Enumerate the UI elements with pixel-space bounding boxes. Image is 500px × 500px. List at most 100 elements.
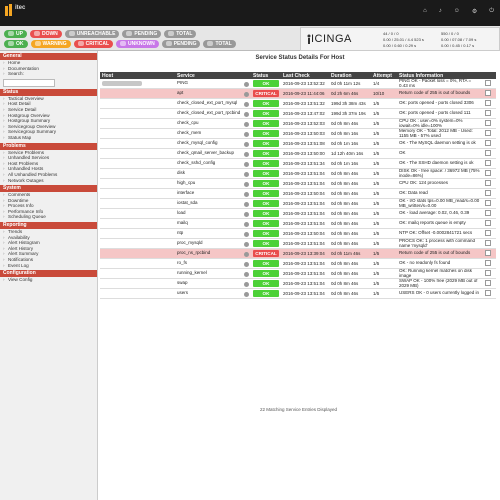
- service-name[interactable]: mailq: [177, 220, 188, 225]
- host-cell[interactable]: [100, 118, 175, 129]
- service-cell[interactable]: apt: [175, 88, 251, 99]
- sidebar-item-search-[interactable]: Search:: [0, 71, 97, 77]
- service-name[interactable]: ntp: [177, 230, 183, 235]
- table-row[interactable]: proc_ns_rpcbind CRITICAL 2016-09-23 13:39:…: [100, 248, 496, 259]
- column-header[interactable]: Status: [251, 72, 281, 79]
- service-cell[interactable]: check_mysql_config: [175, 138, 251, 149]
- table-row[interactable]: check_closed_ext_port_mysql OK 2016-09-23 …: [100, 98, 496, 109]
- service-cell[interactable]: high_cpu: [175, 178, 251, 189]
- sidebar-item-scheduling-queue[interactable]: Scheduling Queue: [0, 214, 97, 220]
- table-row[interactable]: swap OK 2016-09-23 13:51:04 0d 0h 8m 46s 1/5…: [100, 278, 496, 289]
- service-action-icon[interactable]: [244, 92, 249, 97]
- row-checkbox[interactable]: [485, 220, 491, 226]
- status-pill-unknown[interactable]: UNKNOWN: [116, 39, 159, 48]
- host-cell[interactable]: [100, 198, 175, 209]
- service-action-icon[interactable]: [244, 292, 249, 297]
- service-cell[interactable]: proc_ns_rpcbind: [175, 248, 251, 259]
- row-checkbox[interactable]: [485, 120, 491, 126]
- logout-icon[interactable]: ⏻: [489, 8, 494, 15]
- sidebar-item-view-config[interactable]: View Config: [0, 277, 97, 283]
- status-pill-unreachable[interactable]: UNREACHABLE: [64, 29, 120, 38]
- column-header[interactable]: Status Information: [397, 72, 483, 79]
- service-action-icon[interactable]: [244, 122, 249, 127]
- service-name[interactable]: swap: [177, 280, 188, 285]
- host-cell[interactable]: [100, 288, 175, 299]
- column-header[interactable]: Host: [100, 72, 175, 79]
- row-checkbox[interactable]: [485, 230, 491, 236]
- sidebar-section-system[interactable]: System: [0, 185, 97, 193]
- host-cell[interactable]: [100, 88, 175, 99]
- host-cell[interactable]: [100, 238, 175, 249]
- service-cell[interactable]: check_sshd_config: [175, 158, 251, 169]
- status-pill-down[interactable]: DOWN: [29, 29, 62, 38]
- service-cell[interactable]: users: [175, 288, 251, 299]
- service-name[interactable]: check_sshd_config: [177, 160, 215, 165]
- row-checkbox[interactable]: [485, 90, 491, 96]
- service-action-icon[interactable]: [244, 152, 249, 157]
- service-name[interactable]: apt: [177, 90, 183, 95]
- service-action-icon[interactable]: [244, 242, 249, 247]
- table-row[interactable]: ro_fs OK 2016-09-23 13:51:04 0d 0h 8m 46s 1/…: [100, 258, 496, 269]
- row-checkbox[interactable]: [485, 200, 491, 206]
- row-checkbox[interactable]: [485, 290, 491, 296]
- service-name[interactable]: users: [177, 290, 188, 295]
- sidebar-item-network-outages[interactable]: Network Outages: [0, 178, 97, 184]
- sidebar-section-configuration[interactable]: Configuration: [0, 270, 97, 278]
- row-checkbox[interactable]: [485, 240, 491, 246]
- service-name[interactable]: disk: [177, 170, 185, 175]
- service-name[interactable]: proc_ns_rpcbind: [177, 250, 210, 255]
- service-name[interactable]: check_cpu: [177, 120, 199, 125]
- service-action-icon[interactable]: [244, 172, 249, 177]
- row-checkbox[interactable]: [485, 180, 491, 186]
- table-row[interactable]: load OK 2016-09-23 13:51:04 0d 0h 8m 46s 1/5…: [100, 208, 496, 219]
- host-cell[interactable]: [100, 248, 175, 259]
- column-header[interactable]: Service: [175, 72, 251, 79]
- service-action-icon[interactable]: [244, 102, 249, 107]
- host-cell[interactable]: [100, 208, 175, 219]
- service-cell[interactable]: check_qmail_server_backup: [175, 148, 251, 159]
- table-row[interactable]: check_mem OK 2016-09-23 13:50:03 0d 0h 8m 1…: [100, 128, 496, 139]
- settings-icon[interactable]: ⚙: [472, 8, 477, 15]
- service-name[interactable]: interface: [177, 190, 194, 195]
- status-pill-critical[interactable]: CRITICAL: [73, 39, 114, 48]
- host-cell[interactable]: [100, 98, 175, 109]
- row-checkbox[interactable]: [485, 150, 491, 156]
- host-cell[interactable]: [100, 128, 175, 139]
- service-cell[interactable]: ro_fs: [175, 258, 251, 269]
- table-row[interactable]: PING OK 2016-09-23 13:52:32 0d 0h 11m 12s 1/…: [100, 79, 496, 89]
- service-cell[interactable]: ntp: [175, 228, 251, 239]
- service-name[interactable]: PING: [177, 80, 188, 85]
- service-cell[interactable]: load: [175, 208, 251, 219]
- service-name[interactable]: high_cpu: [177, 180, 195, 185]
- host-cell[interactable]: [100, 138, 175, 149]
- row-checkbox[interactable]: [485, 80, 491, 86]
- service-action-icon[interactable]: [244, 112, 249, 117]
- host-cell[interactable]: [100, 258, 175, 269]
- table-row[interactable]: high_cpu OK 2016-09-23 13:51:04 0d 0h 8m 46…: [100, 178, 496, 189]
- table-row[interactable]: mailq OK 2016-09-23 13:51:04 0d 0h 8m 46s 1/…: [100, 218, 496, 229]
- sidebar-section-general[interactable]: General: [0, 53, 97, 60]
- sidebar-section-status[interactable]: Status: [0, 88, 97, 96]
- column-header[interactable]: Last Check: [281, 72, 329, 79]
- status-pill-pending[interactable]: PENDING: [122, 29, 162, 38]
- service-action-icon[interactable]: [244, 132, 249, 137]
- service-action-icon[interactable]: [244, 252, 249, 257]
- service-cell[interactable]: check_mem: [175, 128, 251, 139]
- row-checkbox[interactable]: [485, 170, 491, 176]
- sidebar-section-problems[interactable]: Problems: [0, 142, 97, 150]
- service-name[interactable]: ro_fs: [177, 260, 187, 265]
- row-checkbox[interactable]: [485, 160, 491, 166]
- host-cell[interactable]: [100, 268, 175, 279]
- table-row[interactable]: ntp OK 2016-09-23 13:50:04 0d 0h 8m 46s 1/5 N…: [100, 228, 496, 239]
- table-row[interactable]: apt CRITICAL 2016-09-23 11:44:06 0d 2h 6m 4…: [100, 88, 496, 99]
- host-cell[interactable]: [100, 79, 175, 89]
- service-cell[interactable]: running_kernel: [175, 268, 251, 279]
- table-row[interactable]: check_cpu OK 2016-09-23 13:52:03 0d 0h 8m 4…: [100, 118, 496, 129]
- row-checkbox[interactable]: [485, 140, 491, 146]
- status-pill-pending[interactable]: PENDING: [161, 39, 201, 48]
- service-name[interactable]: proc_mysqld: [177, 240, 203, 245]
- service-action-icon[interactable]: [244, 192, 249, 197]
- table-row[interactable]: disk OK 2016-09-23 13:51:04 0d 0h 8m 46s 1/5…: [100, 168, 496, 179]
- table-row[interactable]: interface OK 2016-09-23 13:50:04 0d 0h 8m 4…: [100, 188, 496, 199]
- service-action-icon[interactable]: [244, 272, 249, 277]
